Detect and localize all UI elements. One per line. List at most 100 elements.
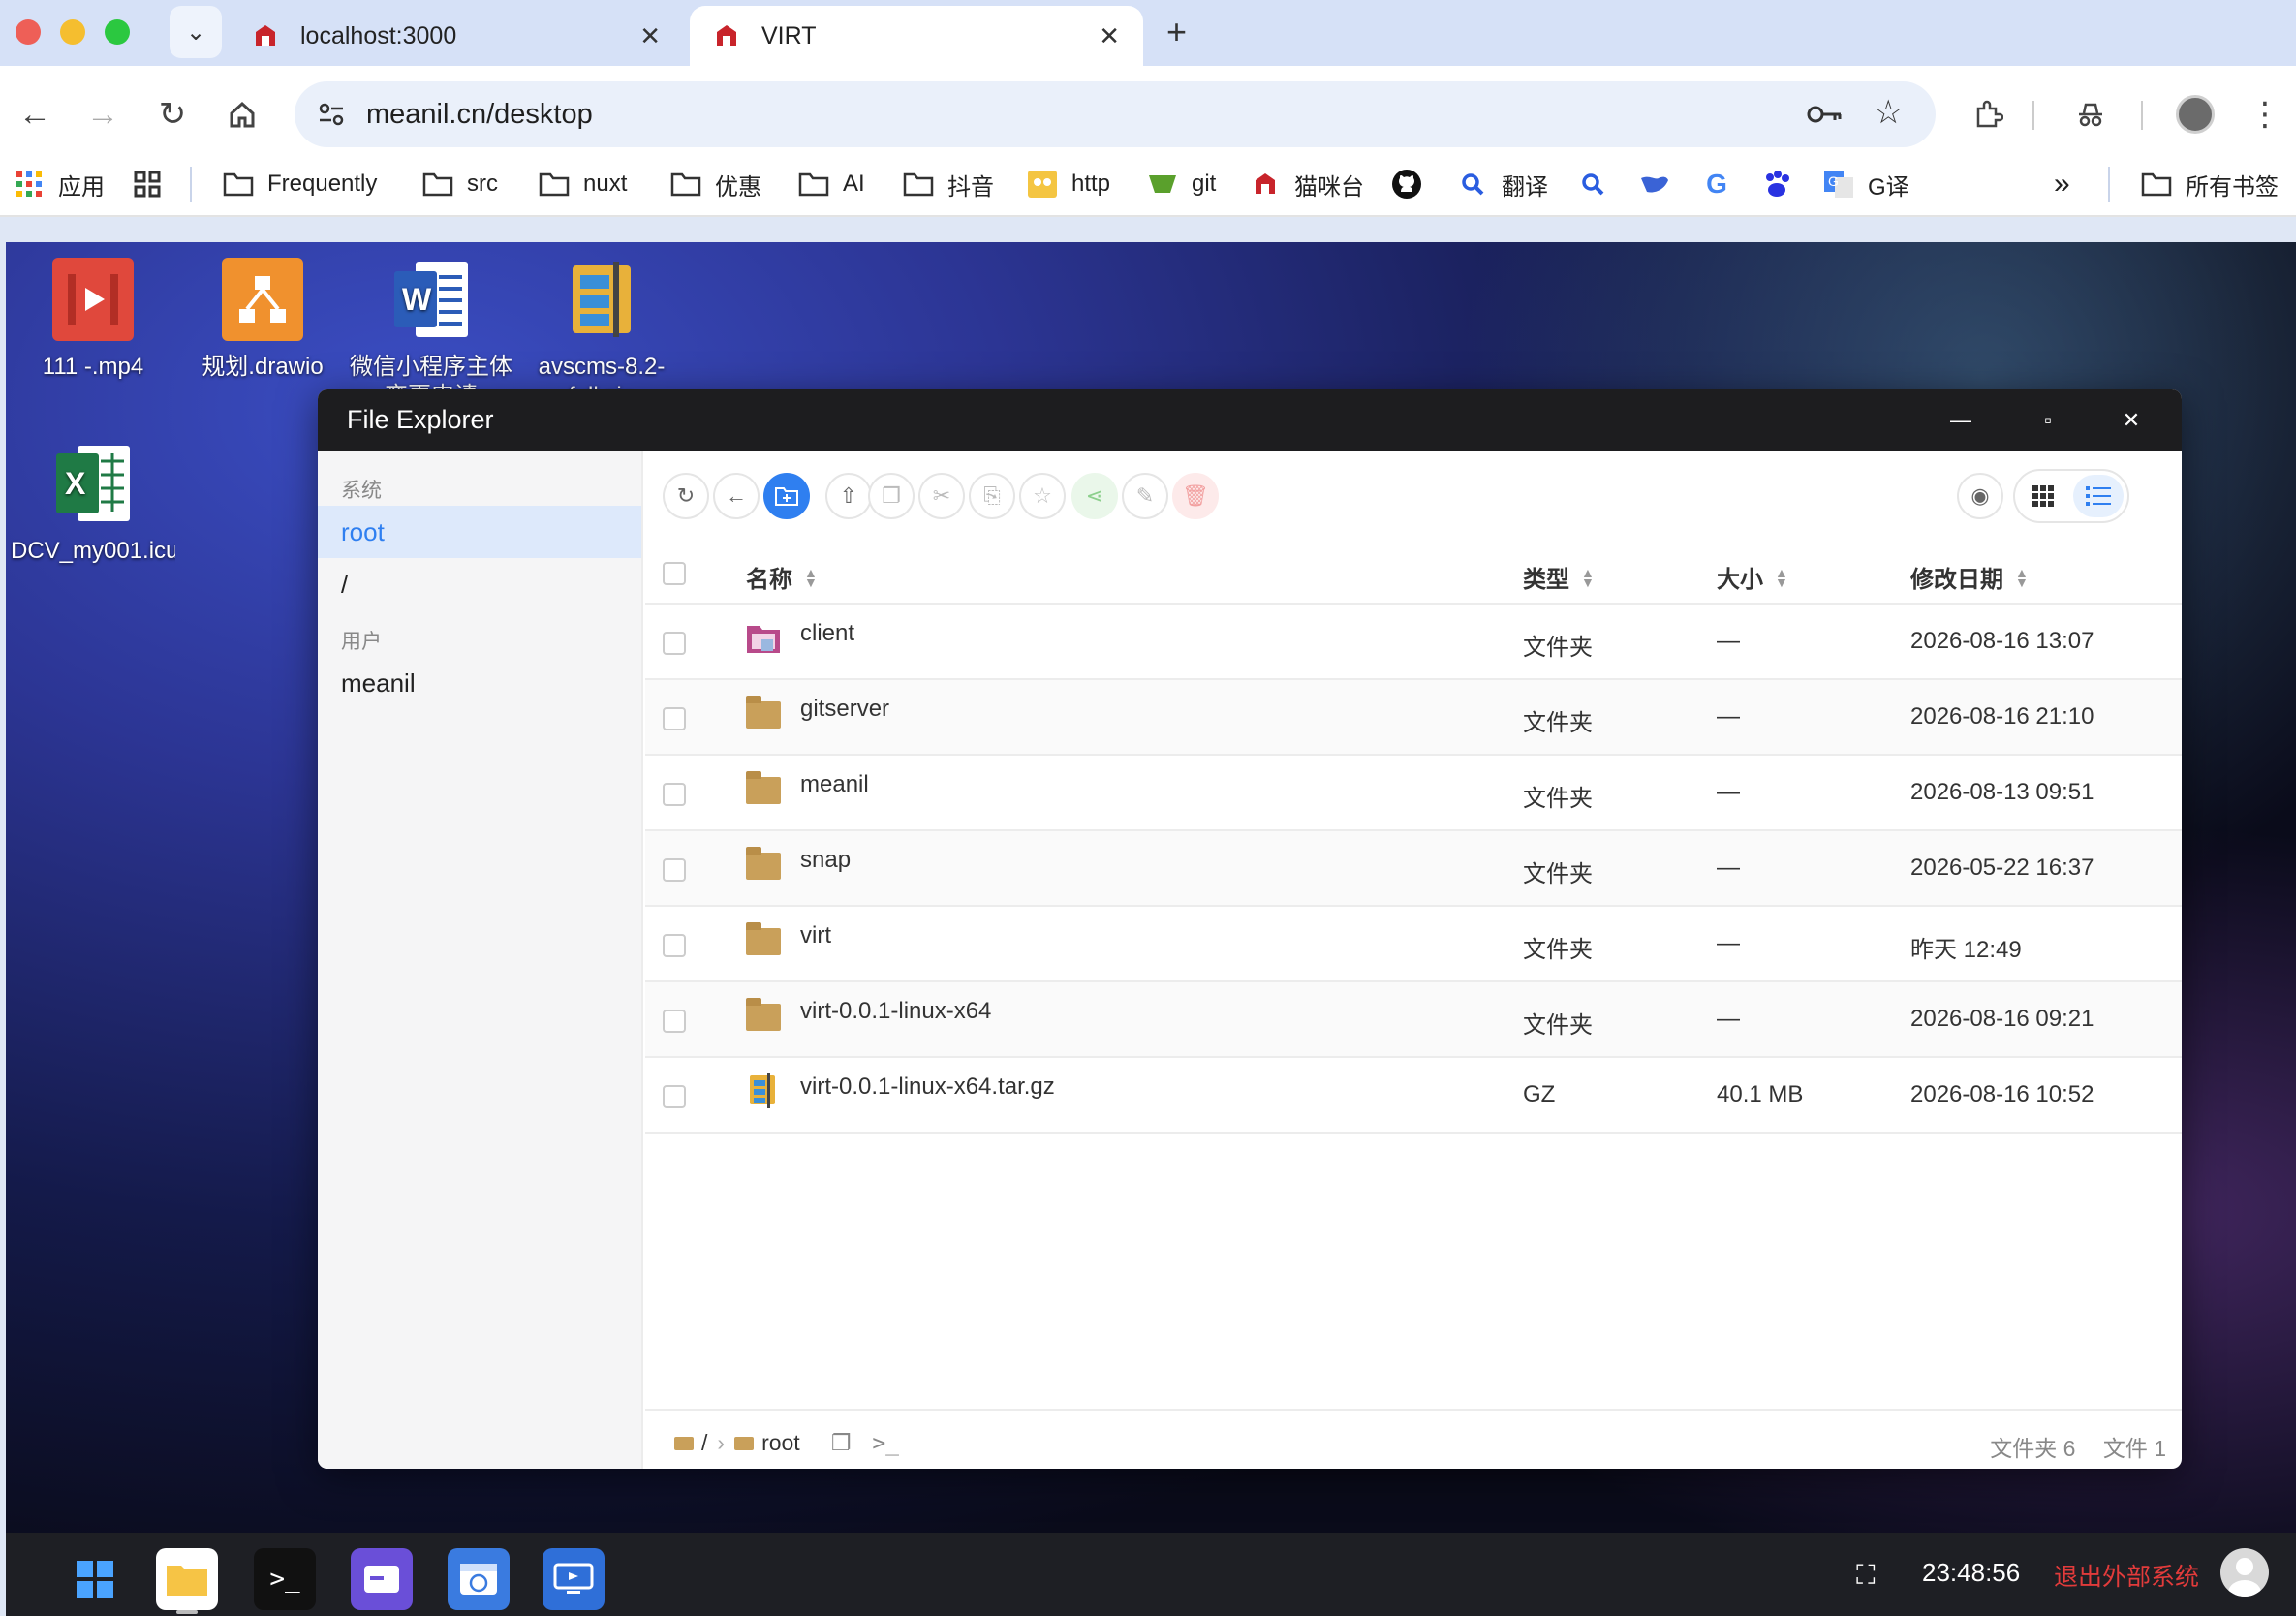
desktop-icon-drawio[interactable]: 规划.drawio [180,258,345,411]
taskbar-app-terminal[interactable]: >_ [254,1548,316,1610]
cut-button[interactable]: ✂ [918,473,965,519]
bookmark-folder-douyin[interactable]: 抖音 [903,165,994,203]
tab-search-button[interactable]: ⌄ [170,6,222,58]
list-view-button[interactable] [2073,475,2124,517]
window-titlebar[interactable]: File Explorer — ▫ ✕ [318,389,2182,451]
refresh-button[interactable]: ↻ [663,473,709,519]
new-tab-button[interactable]: + [1166,12,1187,52]
row-checkbox[interactable] [663,1010,686,1033]
paste-button[interactable]: ⎘ [969,473,1015,519]
row-checkbox[interactable] [663,632,686,655]
column-type[interactable]: 类型 ▲ ▼ [1523,560,1595,594]
column-size[interactable]: 大小 ▲ ▼ [1717,560,1788,594]
sidebar-item-meanil[interactable]: meanil [318,657,641,709]
bookmark-maomitai[interactable]: 猫咪台 [1250,165,1364,203]
extensions-button[interactable] [1961,87,2015,141]
bookmark-folder-youhui[interactable]: 优惠 [670,165,761,203]
start-button[interactable] [64,1548,126,1610]
toggle-hidden-button[interactable]: ◉ [1957,473,2003,519]
bookmarks-overflow-button[interactable]: » [2054,165,2070,203]
row-checkbox[interactable] [663,707,686,730]
bookmark-fanyi[interactable]: 翻译 [1457,165,1548,203]
all-bookmarks-button[interactable]: 所有书签 [2141,165,2279,203]
desktop-icon-video[interactable]: 111 -.mp4 [11,258,175,411]
star-icon[interactable]: ☆ [1874,93,1903,132]
taskbar-app-panel[interactable] [351,1548,413,1610]
tab-localhost[interactable]: localhost:3000 ✕ [229,6,684,66]
fullscreen-button[interactable]: ⛶ [1856,1560,1876,1592]
table-row[interactable]: virt 文件夹 — 昨天 12:49 [645,907,2182,982]
bookmark-apps[interactable]: 应用 [14,165,105,203]
row-checkbox[interactable] [663,783,686,806]
rename-button[interactable]: ✎ [1122,473,1168,519]
sidebar-item-root[interactable]: root [318,506,641,558]
desktop-icon-word[interactable]: W 微信小程序主体变更申请 [349,258,513,411]
new-folder-button[interactable] [763,473,810,519]
copy-path-icon[interactable]: ❐ [831,1430,852,1456]
table-row[interactable]: snap 文件夹 — 2026-05-22 16:37 [645,831,2182,907]
column-modified[interactable]: 修改日期 ▲ ▼ [1910,560,2029,594]
address-bar[interactable]: meanil.cn/desktop ☆ [295,81,1936,147]
bookmark-folder-nuxt[interactable]: nuxt [539,165,627,203]
bookmark-google[interactable]: G [1701,165,1746,203]
reload-button[interactable]: ↻ [145,87,200,141]
bookmark-baidu[interactable] [1761,165,1806,203]
table-row[interactable]: meanil 文件夹 — 2026-08-13 09:51 [645,756,2182,831]
back-button[interactable]: ← [8,87,62,141]
favorite-button[interactable]: ☆ [1019,473,1066,519]
open-terminal-icon[interactable]: >_ [872,1431,899,1456]
row-checkbox[interactable] [663,934,686,957]
home-button[interactable] [215,87,269,141]
bookmark-bird[interactable] [1639,165,1684,203]
row-checkbox[interactable] [663,858,686,882]
maximize-window-button[interactable] [105,19,130,45]
table-row[interactable]: client 文件夹 — 2026-08-16 13:07 [645,605,2182,680]
bookmark-tab-groups[interactable] [132,165,176,203]
tab-virt[interactable]: VIRT ✕ [690,6,1143,66]
back-button[interactable]: ← [713,473,760,519]
browser-menu-button[interactable]: ⋮ [2238,87,2292,141]
table-row[interactable]: gitserver 文件夹 — 2026-08-16 21:10 [645,680,2182,756]
breadcrumb-root[interactable]: / [701,1430,707,1456]
taskbar-app-browser[interactable] [448,1548,510,1610]
grid-view-button[interactable] [2021,475,2065,517]
select-all-checkbox[interactable] [663,562,686,585]
bookmark-http[interactable]: http [1027,165,1110,203]
exit-system-link[interactable]: 退出外部系统 [2054,1558,2199,1593]
bookmark-git[interactable]: git [1147,165,1216,203]
forward-button[interactable]: → [76,87,130,141]
bookmark-folder-ai[interactable]: AI [798,165,865,203]
desktop-icon-archive[interactable]: avscms-8.2-full.zip [519,258,684,411]
key-icon[interactable] [1806,99,1845,130]
incognito-button[interactable] [2063,87,2118,141]
bookmark-github[interactable] [1391,165,1436,203]
site-settings-icon[interactable] [316,99,347,130]
column-name[interactable]: 名称 ▲ ▼ [746,560,818,594]
user-avatar[interactable] [2220,1548,2269,1597]
table-row[interactable]: virt-0.0.1-linux-x64 文件夹 — 2026-08-16 09… [645,982,2182,1058]
breadcrumb-current[interactable]: root [761,1430,800,1456]
delete-button[interactable]: 🗑 [1172,473,1219,519]
table-row[interactable]: virt-0.0.1-linux-x64.tar.gz GZ 40.1 MB 2… [645,1058,2182,1134]
minimize-window-button[interactable] [60,19,85,45]
upload-button[interactable]: ⇧ [825,473,872,519]
bookmark-folder-frequently[interactable]: Frequently [223,165,377,203]
virt-desktop[interactable]: 111 -.mp4 规划.drawio W 微信小程序主体变更申请 avscms… [6,242,2296,1616]
bookmark-google-translate[interactable]: G G译 [1823,165,1909,203]
sidebar-item-slash[interactable]: / [318,558,641,610]
taskbar-app-remote-desktop[interactable] [543,1548,605,1610]
copy-button[interactable]: ❐ [868,473,915,519]
close-tab-icon[interactable]: ✕ [639,21,661,51]
profile-avatar[interactable] [2176,95,2215,134]
close-window-button[interactable] [16,19,41,45]
desktop-icon-excel[interactable]: X DCV_my001.icu_HNWHm… [11,442,175,595]
row-checkbox[interactable] [663,1085,686,1108]
bookmark-search[interactable] [1577,165,1622,203]
window-maximize-button[interactable]: ▫ [2019,401,2077,440]
taskbar-app-file-explorer[interactable] [156,1548,218,1610]
bookmark-folder-src[interactable]: src [422,165,498,203]
window-close-button[interactable]: ✕ [2102,401,2160,440]
share-button[interactable]: ⋖ [1071,473,1118,519]
close-tab-icon[interactable]: ✕ [1099,21,1120,51]
window-minimize-button[interactable]: — [1932,401,1990,440]
